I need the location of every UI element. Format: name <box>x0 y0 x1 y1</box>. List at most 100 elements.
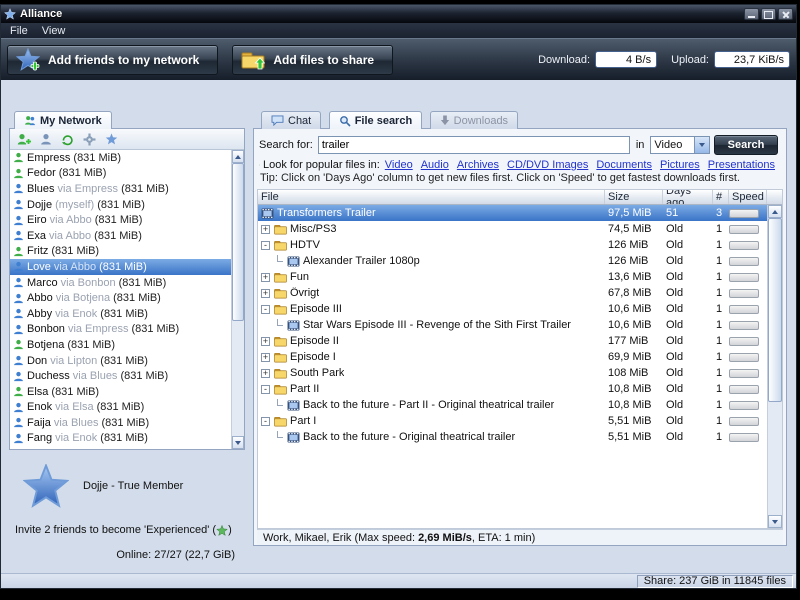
user-row[interactable]: Botjena (831 MiB) <box>10 337 231 353</box>
user-row[interactable]: Bonbon via Empress (831 MiB) <box>10 322 231 338</box>
category-select[interactable]: Video <box>650 136 711 154</box>
menu-view[interactable]: View <box>35 25 73 37</box>
file-row[interactable]: Back to the future - Original theatrical… <box>258 429 767 445</box>
user-icon <box>14 309 23 319</box>
file-row[interactable]: - Part II 10,8 MiB Old 1 <box>258 381 767 397</box>
expand-toggle-icon[interactable]: + <box>261 336 270 346</box>
tab-downloads[interactable]: Downloads <box>429 111 519 129</box>
expand-toggle-icon[interactable]: - <box>261 416 270 426</box>
column-size[interactable]: Size <box>605 190 663 204</box>
scroll-up-icon[interactable] <box>768 205 782 218</box>
expand-toggle-icon[interactable]: + <box>261 288 270 298</box>
user-row[interactable]: Eiro via Abbo (831 MiB) <box>10 212 231 228</box>
network-icon[interactable] <box>105 133 118 145</box>
file-row[interactable]: Alexander Trailer 1080p 126 MiB Old 1 <box>258 253 767 269</box>
scroll-track[interactable] <box>232 163 244 436</box>
settings-gear-icon[interactable] <box>83 133 96 146</box>
user-row[interactable]: Faija via Blues (831 MiB) <box>10 415 231 431</box>
results-scrollbar[interactable] <box>767 205 782 528</box>
file-source-count: 1 <box>716 351 723 363</box>
file-row[interactable]: + Övrigt 67,8 MiB Old 1 <box>258 285 767 301</box>
user-row[interactable]: Fang via Enok (831 MiB) <box>10 431 231 447</box>
expand-toggle-icon[interactable]: + <box>261 272 270 282</box>
column-speed[interactable]: Speed <box>729 190 767 204</box>
expand-toggle-icon[interactable]: - <box>261 384 270 394</box>
user-row[interactable]: Enok via Elsa (831 MiB) <box>10 400 231 416</box>
expand-toggle-icon[interactable]: + <box>261 368 270 378</box>
file-days-ago: Old <box>666 223 684 235</box>
search-input[interactable] <box>317 136 630 154</box>
user-size: (831 MiB) <box>58 167 107 180</box>
file-row[interactable]: Transformers Trailer 97,5 MiB 51 3 <box>258 205 767 221</box>
popular-link[interactable]: Presentations <box>708 159 775 171</box>
file-row[interactable]: - Episode III 10,6 MiB Old 1 <box>258 301 767 317</box>
file-row[interactable]: + Misc/PS3 74,5 MiB Old 1 <box>258 221 767 237</box>
column-sources[interactable]: # <box>713 190 729 204</box>
user-icon[interactable] <box>40 133 52 146</box>
scroll-down-icon[interactable] <box>768 515 782 528</box>
user-size: (831 MiB) <box>67 338 115 351</box>
user-row[interactable]: Abby via Enok (831 MiB) <box>10 306 231 322</box>
add-friend-icon[interactable] <box>17 133 31 146</box>
file-row[interactable]: - Part I 5,51 MiB Old 1 <box>258 413 767 429</box>
user-icon <box>14 387 23 397</box>
user-row[interactable]: Fedor (831 MiB) <box>10 166 231 182</box>
column-days-ago[interactable]: Days ago <box>663 190 713 204</box>
user-row[interactable]: Dojje (myself) (831 MiB) <box>10 197 231 213</box>
user-row[interactable]: Empress (831 MiB) <box>10 150 231 166</box>
chevron-down-icon[interactable] <box>694 137 710 153</box>
user-row[interactable]: Abbo via Botjena (831 MiB) <box>10 290 231 306</box>
folder-icon <box>274 240 287 250</box>
file-row[interactable]: - HDTV 126 MiB Old 1 <box>258 237 767 253</box>
user-list-scrollbar[interactable] <box>231 150 244 449</box>
popular-link[interactable]: Pictures <box>660 159 700 171</box>
menu-file[interactable]: File <box>3 25 35 37</box>
user-via: via Lipton <box>50 354 98 367</box>
refresh-icon[interactable] <box>61 133 74 146</box>
user-row[interactable]: Marco via Bonbon (831 MiB) <box>10 275 231 291</box>
user-icon <box>14 418 23 428</box>
user-row[interactable]: Elsa (831 MiB) <box>10 384 231 400</box>
scroll-up-icon[interactable] <box>232 150 244 163</box>
file-row[interactable]: Star Wars Episode III - Revenge of the S… <box>258 317 767 333</box>
popular-link[interactable]: Documents <box>596 159 652 171</box>
search-button[interactable]: Search <box>714 135 778 155</box>
tab-chat[interactable]: Chat <box>261 111 322 129</box>
user-row[interactable]: Fritz (831 MiB) <box>10 244 231 260</box>
user-row[interactable]: Blues via Empress (831 MiB) <box>10 181 231 197</box>
user-name: Blues <box>27 182 55 195</box>
expand-toggle-icon[interactable]: + <box>261 224 270 234</box>
tab-file-search[interactable]: File search <box>328 111 423 129</box>
scroll-thumb[interactable] <box>768 218 782 403</box>
tab-my-network[interactable]: My Network <box>14 111 112 129</box>
file-row[interactable]: + South Park 108 MiB Old 1 <box>258 365 767 381</box>
user-row[interactable]: Duchess via Blues (831 MiB) <box>10 368 231 384</box>
expand-toggle-icon[interactable]: - <box>261 240 270 250</box>
popular-link[interactable]: Video <box>385 159 413 171</box>
file-row[interactable]: + Episode I 69,9 MiB Old 1 <box>258 349 767 365</box>
add-files-button[interactable]: Add files to share <box>232 44 394 75</box>
scroll-thumb[interactable] <box>232 163 244 322</box>
expand-toggle-icon[interactable]: + <box>261 352 270 362</box>
user-row[interactable]: Exa via Abbo (831 MiB) <box>10 228 231 244</box>
file-row[interactable]: + Fun 13,6 MiB Old 1 <box>258 269 767 285</box>
popular-link[interactable]: Archives <box>457 159 499 171</box>
user-row[interactable]: Don via Lipton (831 MiB) <box>10 353 231 369</box>
file-row[interactable]: Back to the future - Part II - Original … <box>258 397 767 413</box>
column-file[interactable]: File <box>258 190 605 204</box>
maximize-button[interactable] <box>761 8 776 20</box>
invite-message: Invite 2 friends to become 'Experienced'… <box>15 524 239 536</box>
user-row[interactable]: Love via Abbo (831 MiB) <box>10 259 231 275</box>
media-file-icon <box>287 399 300 411</box>
scroll-down-icon[interactable] <box>232 436 244 449</box>
add-friends-button[interactable]: Add friends to my network <box>7 44 219 75</box>
scroll-track[interactable] <box>768 218 782 515</box>
expand-toggle-icon[interactable]: - <box>261 304 270 314</box>
minimize-button[interactable] <box>744 8 759 20</box>
popular-link[interactable]: CD/DVD Images <box>507 159 588 171</box>
folder-icon <box>274 416 287 426</box>
popular-link[interactable]: Audio <box>421 159 449 171</box>
file-row[interactable]: + Episode II 177 MiB Old 1 <box>258 333 767 349</box>
user-size: (831 MiB) <box>100 354 148 367</box>
close-button[interactable] <box>778 8 793 20</box>
